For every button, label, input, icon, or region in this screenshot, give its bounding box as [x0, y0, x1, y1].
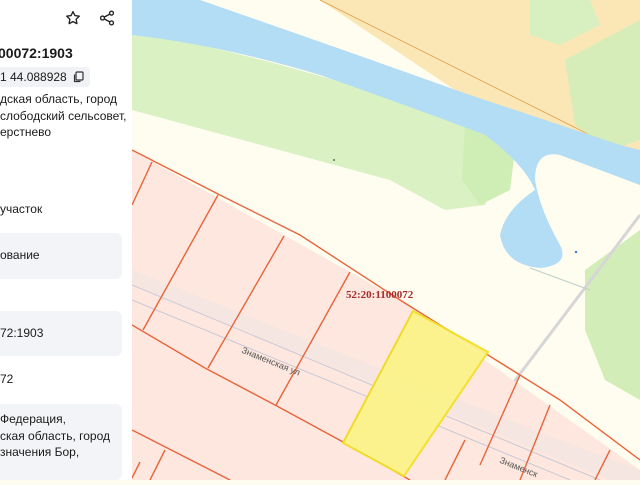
info-panel: 00072:1903 1 44.088928 дская область, го…	[0, 0, 132, 480]
full-address-card: Федерация, ская область, город значения …	[0, 404, 122, 480]
address-line-3: ерстнево	[0, 125, 52, 139]
full-address-line-1: Федерация,	[0, 412, 66, 426]
number-value: 72:1903	[0, 326, 44, 340]
star-icon	[66, 10, 80, 25]
number-card: 72:1903	[0, 311, 122, 356]
cadastral-map[interactable]: 52:20:1100072 Знаменская ул Знаменск	[131, 0, 640, 481]
usage-value: ование	[0, 248, 40, 262]
copy-icon[interactable]	[73, 71, 84, 83]
favorite-button[interactable]	[63, 8, 83, 28]
category-value: участок	[0, 202, 43, 216]
full-address-line-2: ская область, город	[0, 429, 110, 443]
map-point-blue	[574, 250, 578, 254]
map-canvas	[131, 0, 640, 481]
quarter-label: 52:20:1100072	[346, 289, 414, 301]
usage-card: ование	[0, 233, 122, 279]
full-address-line-3: значения Бор,	[0, 445, 80, 459]
address-line-2: слободский сельсовет,	[0, 109, 127, 123]
address-line-1: дская область, город	[0, 92, 117, 106]
cadastral-number-title: 00072:1903	[0, 45, 73, 61]
share-icon	[99, 10, 115, 26]
quarter-value: 72	[0, 372, 14, 386]
share-button[interactable]	[97, 8, 117, 28]
coordinates-chip[interactable]: 1 44.088928	[0, 67, 90, 87]
coordinates-text: 1 44.088928	[0, 70, 67, 84]
map-point	[333, 159, 335, 161]
